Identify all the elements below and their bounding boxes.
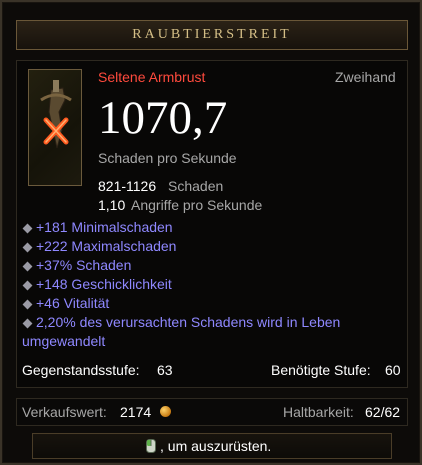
durability-label: Haltbarkeit: xyxy=(283,404,354,420)
equip-hint-text: , um auszurüsten. xyxy=(160,438,272,454)
attack-speed-value: 1,10 xyxy=(98,197,126,213)
item-level-value: 63 xyxy=(157,362,173,378)
affix-line: +222 Maximalschaden xyxy=(36,238,177,254)
dps-label: Schaden pro Sekunde xyxy=(98,150,237,166)
affix-line: +181 Minimalschaden xyxy=(36,219,173,235)
item-icon-slot xyxy=(28,69,82,186)
item-slot-type: Zweihand xyxy=(335,69,396,85)
item-title-bar: RAUBTIERSTREIT xyxy=(16,20,408,50)
affix-line-continuation: umgewandelt xyxy=(22,333,106,349)
required-level-label: Benötigte Stufe: xyxy=(271,362,371,378)
attack-speed-label: Angriffe pro Sekunde xyxy=(131,197,263,213)
item-level-label: Gegenstandsstufe: xyxy=(22,362,140,378)
affix-line: 2,20% des verursachten Schadens wird in … xyxy=(36,314,341,330)
item-tooltip: RAUBTIERSTREIT Seltene Armbrust Zweihand… xyxy=(0,0,422,465)
affix-line: +148 Geschicklichkeit xyxy=(36,276,172,292)
mouse-icon xyxy=(146,439,156,453)
item-quality-type: Seltene Armbrust xyxy=(98,69,206,85)
damage-range-value: 821-1126 xyxy=(98,178,157,194)
sell-value-label: Verkaufswert: xyxy=(22,404,107,420)
affix-line: +37% Schaden xyxy=(36,257,132,273)
crossbow-icon xyxy=(40,80,72,149)
required-level-value: 60 xyxy=(385,362,401,378)
durability-value: 62/62 xyxy=(365,404,401,420)
dps-value: 1070,7 xyxy=(98,92,228,144)
item-name: RAUBTIERSTREIT xyxy=(132,27,292,42)
sell-value: 2174 xyxy=(120,404,152,420)
gold-coin-icon xyxy=(160,406,171,417)
affix-line: +46 Vitalität xyxy=(36,295,110,311)
damage-range-label: Schaden xyxy=(168,178,224,194)
